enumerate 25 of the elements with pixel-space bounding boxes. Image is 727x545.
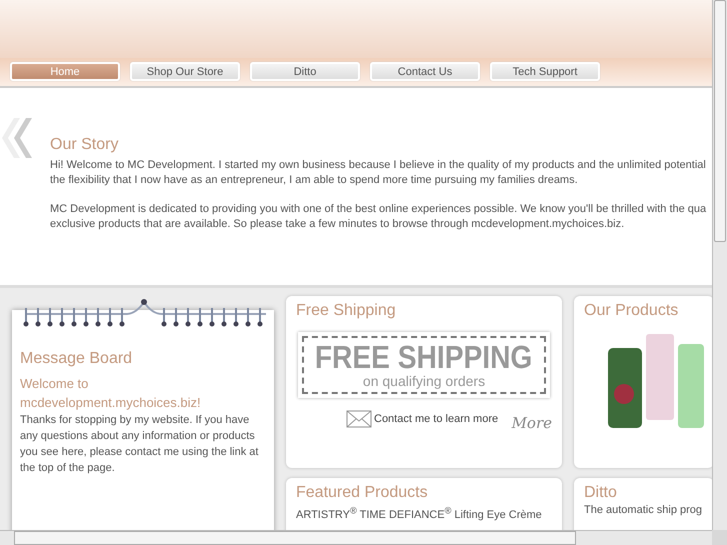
message-text: Thanks for stopping by my website. If you have any questions about any information or products you see here, please contact me using the link at the top of the page. (20, 413, 260, 476)
double-chevron-left-icon[interactable] (0, 118, 34, 158)
more-link[interactable]: More (512, 414, 552, 432)
ditto-text: The automatic ship prog (584, 503, 704, 518)
banner-subtitle: on qualifying orders (362, 373, 486, 389)
horizontal-scrollbar[interactable] (0, 530, 712, 545)
nav-button[interactable]: Tech Support (490, 62, 600, 81)
nav-button[interactable]: Ditto (250, 62, 360, 81)
nav-button[interactable]: Contact Us (370, 62, 480, 81)
story-title: Our Story (50, 136, 120, 154)
contact-link[interactable]: Contact me to learn more (374, 413, 498, 425)
scrollbar-corner (712, 530, 727, 545)
envelope-icon (346, 410, 372, 428)
card-title: Free Shipping (296, 302, 397, 320)
banner-title: FREE SHIPPING (315, 341, 533, 373)
welcome-heading: Welcome to mcdevelopment.mychoices.biz! (20, 375, 202, 412)
message-board-title: Message Board (20, 350, 134, 368)
card-title: Featured Products (296, 484, 429, 502)
card-title: Our Products (584, 302, 680, 320)
vertical-scrollbar[interactable] (712, 0, 727, 530)
story-paragraph: MC Development is dedicated to providing you with one of the best online experiences possible. We know you'll be thrilled with the qua exclusive products that are available. So please take a few minutes to browse through mcdevelopment.mychoices.biz. (50, 202, 706, 232)
story-paragraph: Hi! Welcome to MC Development. I started my own business because I believe in the quality of my products and the unlimited potential the flexibility that I now have as an entrepreneur, I am able to spend more time pursuing my families dreams. (50, 158, 706, 188)
nav-button[interactable]: Shop Our Store (130, 62, 240, 81)
card-title: Ditto (584, 484, 618, 502)
product-name[interactable]: ARTISTRY$^{®}$ TIME DEFIANCE$^{®}$ Lifting Eye Crème (296, 502, 552, 523)
